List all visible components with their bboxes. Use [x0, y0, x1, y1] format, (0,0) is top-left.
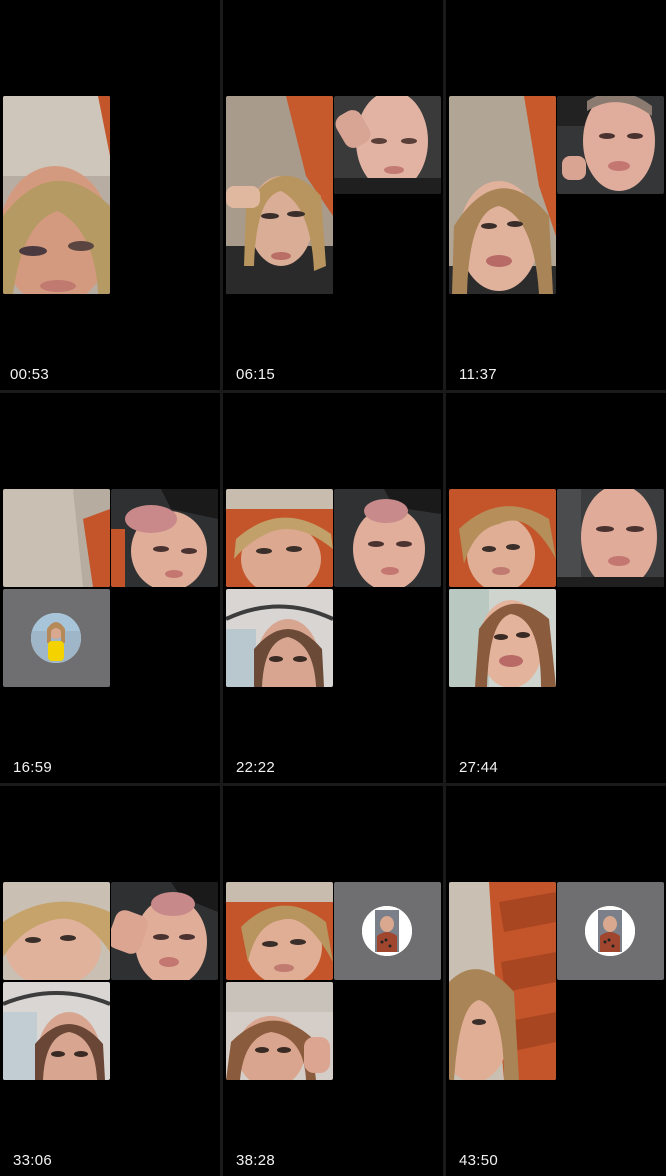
participant-video [3, 882, 110, 980]
recording-duration: 43:50 [459, 1152, 499, 1169]
participant-video [3, 96, 110, 294]
recording-cell[interactable]: 16:59 [0, 393, 220, 783]
participant-video [3, 489, 110, 587]
recording-duration: 11:37 [459, 366, 497, 383]
participant-video [557, 96, 664, 194]
recording-cell[interactable]: 11:37 [446, 0, 666, 390]
participant-video [226, 982, 333, 1080]
recording-cell[interactable]: 27:44 [446, 393, 666, 783]
participant-video [449, 489, 556, 587]
recording-cell[interactable]: 38:28 [223, 786, 443, 1176]
participant-video [3, 982, 110, 1080]
participant-video [226, 489, 333, 587]
recording-cell[interactable]: 00:53 [0, 0, 220, 390]
recording-duration: 33:06 [13, 1152, 53, 1169]
participant-video [449, 882, 556, 1080]
participant-video [226, 589, 333, 687]
recording-duration: 38:28 [236, 1152, 276, 1169]
participant-placeholder [3, 589, 110, 687]
avatar [31, 613, 81, 663]
recording-duration: 22:22 [236, 759, 276, 776]
participant-video [334, 96, 441, 194]
participant-video [111, 882, 218, 980]
recording-duration: 27:44 [459, 759, 499, 776]
recording-duration: 00:53 [10, 366, 50, 383]
participant-video [226, 882, 333, 980]
recording-cell[interactable]: 06:15 [223, 0, 443, 390]
recording-duration: 16:59 [13, 759, 53, 776]
participant-video [226, 96, 333, 294]
participant-video [557, 489, 664, 587]
participant-video [449, 96, 556, 294]
recording-cell[interactable]: 43:50 [446, 786, 666, 1176]
recording-cell[interactable]: 22:22 [223, 393, 443, 783]
recording-duration: 06:15 [236, 366, 276, 383]
participant-video [449, 589, 556, 687]
recording-cell[interactable]: 33:06 [0, 786, 220, 1176]
participant-video [334, 489, 441, 587]
participant-placeholder [557, 882, 664, 980]
avatar [585, 906, 635, 956]
participant-placeholder [334, 882, 441, 980]
participant-video [111, 489, 218, 587]
avatar [362, 906, 412, 956]
replay-grid: 00:53 06:15 11:37 16:59 22:22 27:44 33:0… [0, 0, 666, 1176]
